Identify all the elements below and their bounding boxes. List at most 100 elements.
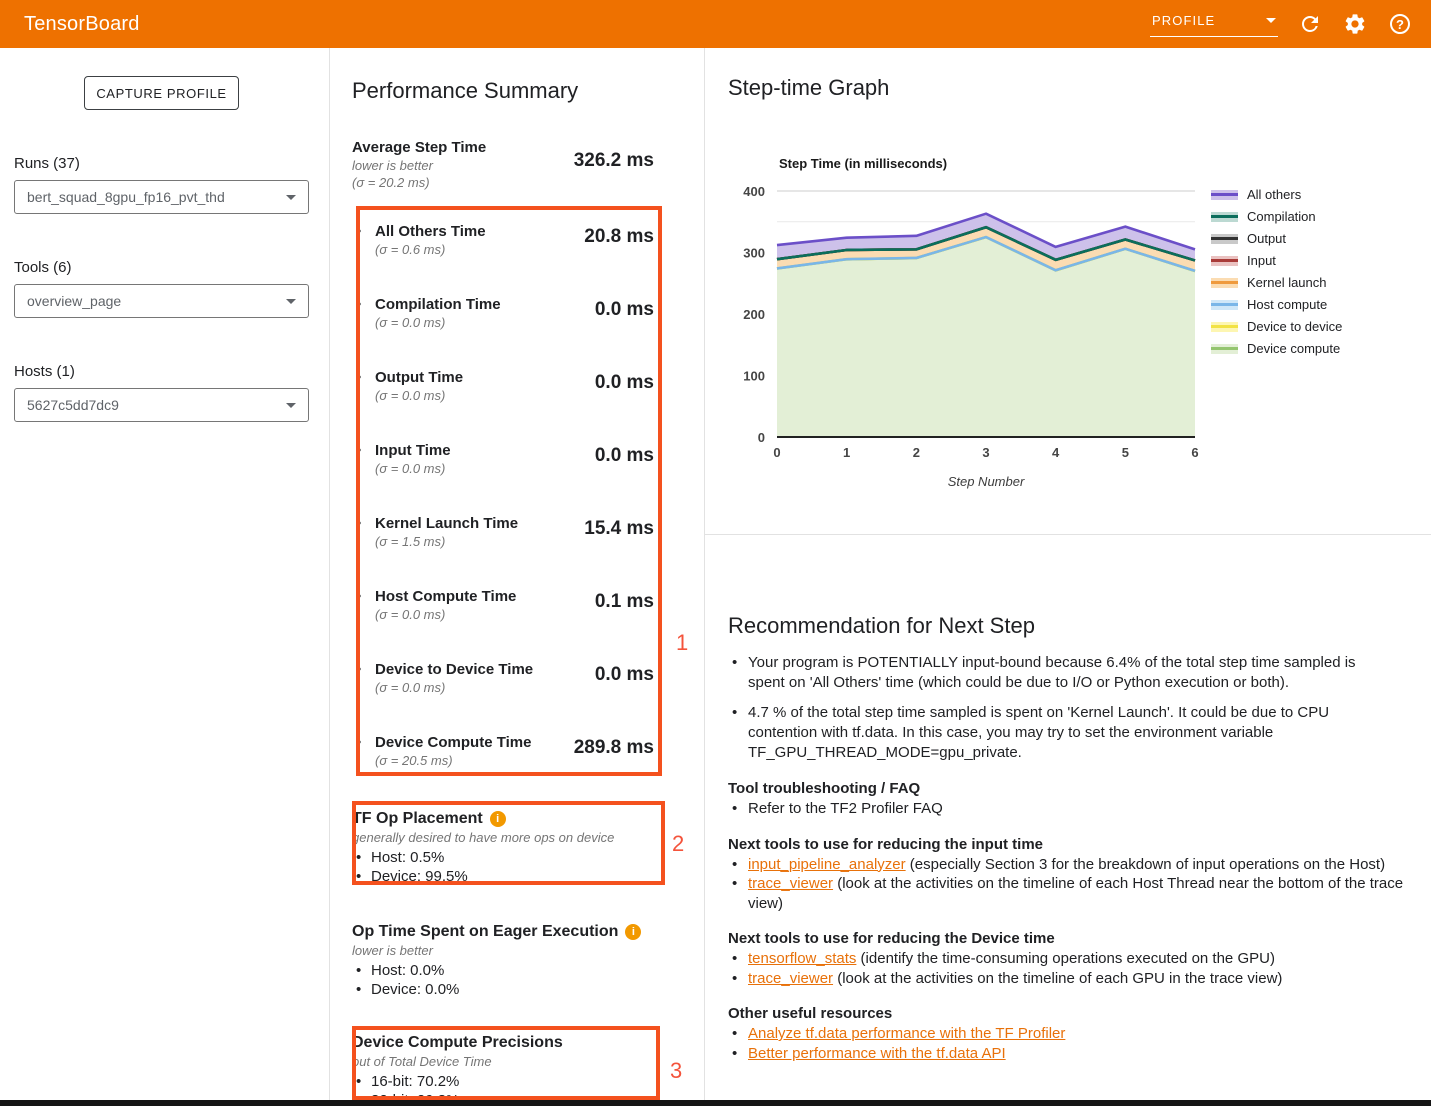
list-item: Device: 99.5%	[352, 867, 654, 886]
legend-label: Host compute	[1247, 297, 1327, 312]
legend-label: All others	[1247, 187, 1301, 202]
legend-item: Input	[1211, 254, 1342, 267]
svg-text:300: 300	[743, 246, 765, 261]
item-text: (look at the activities on the timeline …	[833, 970, 1282, 987]
legend-swatch-icon	[1211, 300, 1238, 310]
list-item: 16-bit: 70.2%	[352, 1072, 654, 1091]
legend-item: All others	[1211, 188, 1342, 201]
info-icon[interactable]	[625, 924, 641, 940]
recommendation-item: tensorflow_stats (identify the time-cons…	[728, 949, 1407, 969]
question-mark-icon	[1390, 14, 1410, 34]
section-title: Op Time Spent on Eager Execution	[352, 922, 618, 942]
chart-legend: All others Compilation Output Input Kernel l…	[1211, 188, 1342, 355]
sidebar: CAPTURE PROFILE Runs (37) bert_squad_8gp…	[0, 48, 330, 1106]
info-icon[interactable]	[490, 811, 506, 827]
svg-text:200: 200	[743, 307, 765, 322]
recommendation-section-list: Analyze tf.data performance with the TF …	[728, 1024, 1407, 1063]
recommendation-section-list: tensorflow_stats (identify the time-cons…	[728, 949, 1407, 988]
metrics-list: All Others Time(σ = 0.6 ms)20.8 msCompil…	[352, 222, 654, 806]
legend-swatch-icon	[1211, 256, 1238, 266]
runs-label: Runs (37)	[14, 155, 309, 172]
recommendation-title: Recommendation for Next Step	[728, 613, 1407, 639]
hosts-select[interactable]: 5627c5dd7dc9	[14, 388, 309, 422]
svg-text:Step Number: Step Number	[948, 474, 1025, 489]
recommendation-item: input_pipeline_analyzer (especially Sect…	[728, 855, 1407, 875]
performance-summary-title: Performance Summary	[352, 78, 654, 104]
dashboard-select[interactable]: PROFILE	[1150, 11, 1278, 37]
legend-item: Host compute	[1211, 298, 1342, 311]
main-content: CAPTURE PROFILE Runs (37) bert_squad_8gp…	[0, 48, 1431, 1106]
runs-select-value: bert_squad_8gpu_fp16_pvt_thd	[27, 189, 225, 205]
tool-link[interactable]: Analyze tf.data performance with the TF …	[748, 1025, 1065, 1042]
chevron-down-icon	[286, 195, 296, 200]
metric-value: 289.8 ms	[574, 737, 654, 759]
legend-label: Compilation	[1247, 209, 1316, 224]
refresh-icon[interactable]	[1297, 11, 1323, 37]
bottom-bar	[0, 1100, 1431, 1106]
legend-swatch-icon	[1211, 278, 1238, 288]
capture-profile-button[interactable]: CAPTURE PROFILE	[84, 76, 239, 110]
tools-select[interactable]: overview_page	[14, 284, 309, 318]
metric-value: 326.2 ms	[574, 150, 654, 172]
recommendation-bullet: 4.7 % of the total step time sampled is …	[728, 703, 1396, 763]
settings-gear-icon[interactable]	[1342, 11, 1368, 37]
performance-summary-panel: Performance Summary Average Step Time lo…	[330, 48, 705, 1106]
legend-item: Kernel launch	[1211, 276, 1342, 289]
recommendation-section-heading: Other useful resources	[728, 1004, 1407, 1023]
runs-select[interactable]: bert_squad_8gpu_fp16_pvt_thd	[14, 180, 309, 214]
tf-op-placement-list: Host: 0.5%Device: 99.5%	[352, 848, 654, 886]
metric-sigma: (σ = 20.2 ms)	[352, 174, 654, 191]
legend-swatch-icon	[1211, 234, 1238, 244]
item-text: (look at the activities on the timeline …	[748, 875, 1403, 912]
legend-swatch-icon	[1211, 322, 1238, 332]
chevron-down-icon	[1266, 18, 1276, 23]
right-panel: Step-time Graph 01002003004000123456Step…	[705, 48, 1431, 1106]
recommendation-item: Refer to the TF2 Profiler FAQ	[728, 799, 1407, 819]
list-item: Device: 0.0%	[352, 980, 654, 999]
metric-value: 20.8 ms	[584, 226, 654, 248]
help-icon[interactable]	[1387, 11, 1413, 37]
list-item: Host: 0.5%	[352, 848, 654, 867]
metric-value: 0.1 ms	[595, 591, 654, 613]
legend-swatch-icon	[1211, 190, 1238, 200]
recommendation-section-list: input_pipeline_analyzer (especially Sect…	[728, 855, 1407, 914]
recommendation-section-list: Refer to the TF2 Profiler FAQ	[728, 799, 1407, 819]
tool-link[interactable]: trace_viewer	[748, 970, 833, 987]
metric-row: Device to Device Time(σ = 0.0 ms)0.0 ms	[352, 660, 654, 733]
metric-row: Kernel Launch Time(σ = 1.5 ms)15.4 ms	[352, 514, 654, 587]
legend-item: Compilation	[1211, 210, 1342, 223]
svg-text:2: 2	[913, 445, 920, 460]
svg-text:4: 4	[1052, 445, 1060, 460]
metric-row: All Others Time(σ = 0.6 ms)20.8 ms	[352, 222, 654, 295]
device-compute-precisions-section: Device Compute Precisions out of Total D…	[352, 1033, 654, 1110]
section-subtext: generally desired to have more ops on de…	[352, 829, 654, 847]
tool-link[interactable]: tensorflow_stats	[748, 950, 856, 967]
item-text: Refer to the TF2 Profiler FAQ	[748, 800, 943, 817]
tools-select-value: overview_page	[27, 293, 121, 309]
app-bar: TensorBoard PROFILE	[0, 0, 1431, 48]
recommendation-section-heading: Tool troubleshooting / FAQ	[728, 779, 1407, 798]
metric-row: Input Time(σ = 0.0 ms)0.0 ms	[352, 441, 654, 514]
legend-label: Device to device	[1247, 319, 1342, 334]
hosts-select-value: 5627c5dd7dc9	[27, 397, 119, 413]
item-text: (especially Section 3 for the breakdown …	[906, 856, 1385, 873]
metric-row: Host Compute Time(σ = 0.0 ms)0.1 ms	[352, 587, 654, 660]
step-time-graph-card: Step-time Graph 01002003004000123456Step…	[705, 48, 1431, 535]
recommendation-bullet: Your program is POTENTIALLY input-bound …	[728, 653, 1396, 693]
svg-text:Step Time (in milliseconds): Step Time (in milliseconds)	[779, 156, 947, 171]
dashboard-select-value: PROFILE	[1152, 13, 1215, 28]
item-text: (identify the time-consuming operations …	[856, 950, 1275, 967]
metric-row: Device Compute Time(σ = 20.5 ms)289.8 ms	[352, 733, 654, 806]
tf-op-placement-section: TF Op Placement generally desired to hav…	[352, 809, 654, 886]
svg-text:1: 1	[843, 445, 850, 460]
legend-label: Input	[1247, 253, 1276, 268]
svg-text:6: 6	[1191, 445, 1198, 460]
tool-link[interactable]: trace_viewer	[748, 875, 833, 892]
legend-label: Output	[1247, 231, 1286, 246]
recommendation-card: Recommendation for Next Step Your progra…	[705, 583, 1431, 1106]
tool-link[interactable]: Better performance with the tf.data API	[748, 1045, 1006, 1062]
tool-link[interactable]: input_pipeline_analyzer	[748, 856, 906, 873]
legend-swatch-icon	[1211, 344, 1238, 354]
metric-row: Output Time(σ = 0.0 ms)0.0 ms	[352, 368, 654, 441]
list-item: Host: 0.0%	[352, 961, 654, 980]
